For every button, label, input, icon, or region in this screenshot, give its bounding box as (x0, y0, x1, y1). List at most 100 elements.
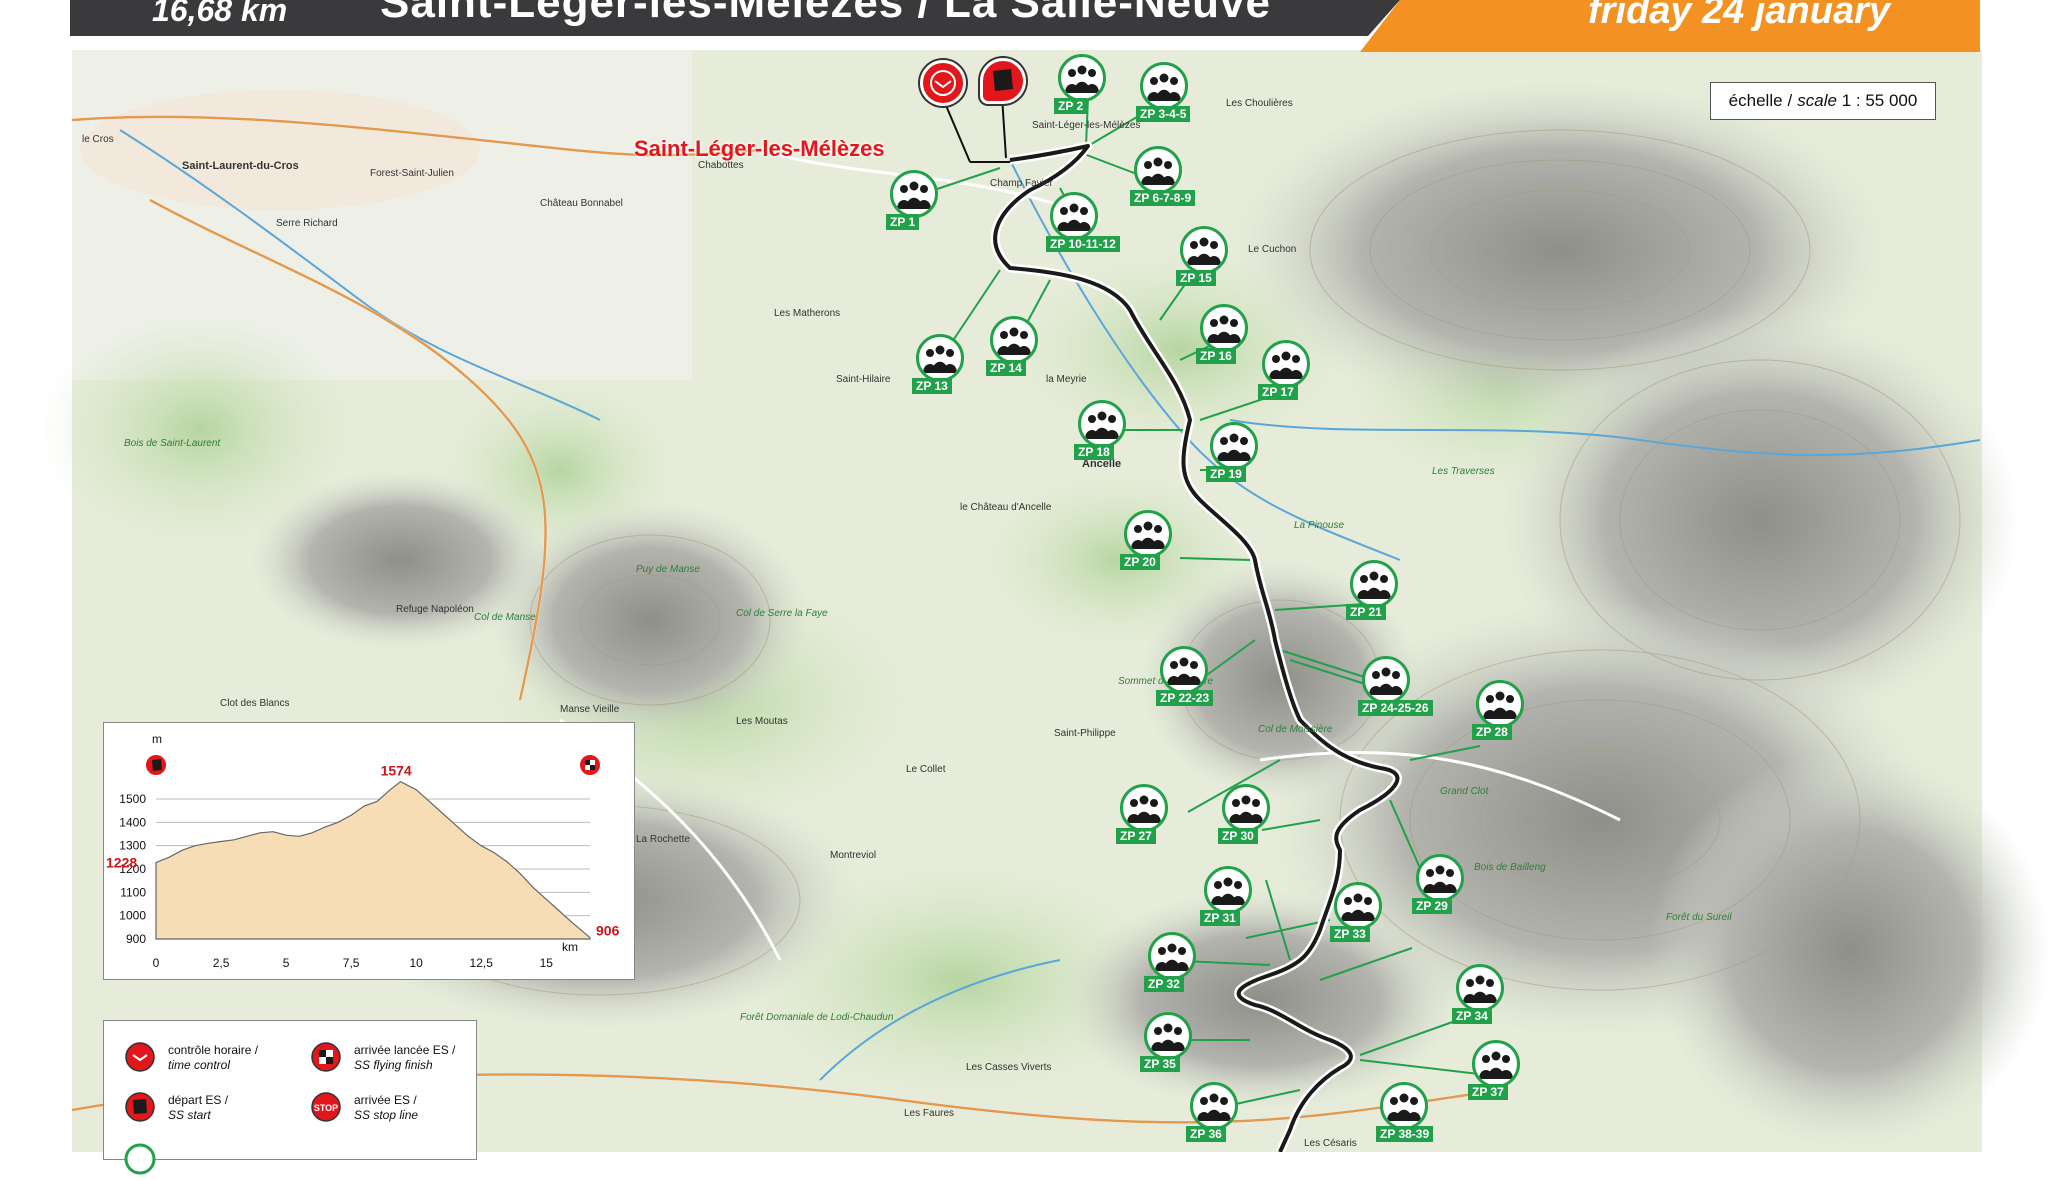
spectators-icon (1334, 882, 1382, 930)
profile-unit-y: m (152, 732, 162, 746)
spectator-zone[interactable]: ZP 17 (1258, 340, 1318, 404)
zone-label: ZP 24-25-26 (1358, 700, 1433, 716)
scale-indicator: échelle / scale 1 : 55 000 (1710, 82, 1936, 120)
map-label: Grand Clot (1440, 786, 1489, 797)
spectator-zone[interactable]: ZP 37 (1468, 1040, 1528, 1104)
map-label: Forêt Domaniale de Lodi-Chaudun (740, 1012, 894, 1023)
spectator-zone[interactable]: ZP 34 (1452, 964, 1512, 1028)
map-label: Château Bonnabel (540, 198, 623, 209)
spectators-icon (1078, 400, 1126, 448)
spectator-zone[interactable]: ZP 6-7-8-9 (1130, 146, 1196, 210)
spectator-zone[interactable]: ZP 1 (886, 170, 946, 234)
zone-label: ZP 18 (1074, 444, 1114, 460)
spectator-zone[interactable]: ZP 10-11-12 (1046, 192, 1120, 256)
spectator-zone[interactable]: ZP 20 (1120, 510, 1180, 574)
spectators-icon (1134, 146, 1182, 194)
map-label: Forêt du Sureil (1666, 912, 1732, 923)
spectator-zone[interactable]: ZP 21 (1346, 560, 1406, 624)
spectators-icon (916, 334, 964, 382)
map-label: La Rochette (636, 834, 690, 845)
map-label: Le Collet (906, 764, 946, 775)
spectator-zone[interactable]: ZP 27 (1116, 784, 1176, 848)
spectator-zone[interactable]: ZP 22-23 (1156, 646, 1216, 710)
legend: contrôle horaire / time control arrivée l… (103, 1020, 477, 1175)
spectators-icon (1204, 866, 1252, 914)
zone-label: ZP 6-7-8-9 (1130, 190, 1196, 206)
map-label: Clot des Blancs (220, 698, 290, 709)
spectator-zone[interactable]: ZP 31 (1200, 866, 1260, 930)
start-altitude-label: 1228 (106, 854, 137, 870)
zone-label: ZP 32 (1144, 976, 1184, 992)
spectator-zone[interactable]: ZP 28 (1472, 680, 1532, 744)
zone-label: ZP 31 (1200, 910, 1240, 926)
profile-y-tick: 1500 (119, 792, 146, 806)
spectator-zone[interactable]: ZP 24-25-26 (1358, 656, 1433, 720)
map-label: Les Faures (904, 1108, 955, 1119)
spectator-zone[interactable]: ZP 13 (912, 334, 972, 398)
spectator-zone[interactable]: ZP 33 (1330, 882, 1390, 946)
ss-start-marker[interactable] (980, 58, 1026, 104)
legend-ss-start-fr: départ ES / (168, 1093, 229, 1107)
profile-x-tick: 7,5 (343, 956, 360, 970)
zone-label: ZP 35 (1140, 1056, 1180, 1072)
spectator-zone[interactable]: ZP 35 (1140, 1012, 1200, 1076)
spectator-zone[interactable]: ZP 18 (1074, 400, 1134, 464)
spectators-icon (1210, 422, 1258, 470)
profile-x-tick: 15 (540, 956, 554, 970)
spectator-zone[interactable]: ZP 38-39 (1376, 1082, 1436, 1146)
spectators-icon (1140, 62, 1188, 110)
profile-y-tick: 1400 (119, 815, 146, 829)
peak-altitude-label: 1574 (381, 763, 412, 779)
spectators-icon (1058, 54, 1106, 102)
spectators-icon (1124, 510, 1172, 558)
spectators-icon (1144, 1012, 1192, 1060)
spectators-icon (1190, 1082, 1238, 1130)
zone-label: ZP 29 (1412, 898, 1452, 914)
spectator-zone[interactable]: ZP 2 (1054, 54, 1114, 118)
zone-label: ZP 21 (1346, 604, 1386, 620)
zone-label: ZP 38-39 (1376, 1126, 1434, 1142)
profile-start-marker (144, 753, 168, 777)
map-label: la Meyrie (1046, 374, 1087, 385)
spectators-icon (890, 170, 938, 218)
spectator-zone[interactable]: ZP 30 (1218, 784, 1278, 848)
start-town-label: Saint-Léger-les-Mélèzes (634, 136, 885, 161)
stage-distance: 16,68 km (152, 0, 288, 28)
map-label: Forest-Saint-Julien (370, 168, 454, 179)
spectator-zone[interactable]: ZP 19 (1206, 422, 1266, 486)
map-label: Saint-Laurent-du-Cros (182, 160, 299, 172)
spectator-zone[interactable]: ZP 36 (1186, 1082, 1246, 1146)
stop-icon-text: STOP (314, 1103, 338, 1113)
profile-x-tick: 10 (410, 956, 424, 970)
profile-y-tick: 1100 (120, 885, 146, 899)
spectator-zone[interactable]: ZP 14 (986, 316, 1046, 380)
spectators-icon (1222, 784, 1270, 832)
spectators-icon (1472, 1040, 1520, 1088)
legend-time-control-fr: contrôle horaire / (168, 1043, 259, 1057)
map-label: Champ Favier (990, 178, 1053, 189)
spectators-icon (1262, 340, 1310, 388)
zone-label: ZP 14 (986, 360, 1026, 376)
spectator-zone[interactable]: ZP 15 (1176, 226, 1236, 290)
spectator-zone[interactable]: ZP 29 (1412, 854, 1472, 918)
time-control-marker[interactable] (920, 60, 966, 106)
map-label: Les Césaris (1304, 1138, 1357, 1149)
spectators-icon (1120, 784, 1168, 832)
profile-y-tick: 1300 (119, 839, 146, 853)
zone-label: ZP 2 (1054, 98, 1088, 114)
elevation-profile-chart: 150014001300120011001000900 0 2,5 5 7,5 10 12… (106, 732, 620, 970)
zone-label: ZP 22-23 (1156, 690, 1214, 706)
spectator-zone[interactable]: ZP 16 (1196, 304, 1256, 368)
map-label: Col de Moissière (1258, 724, 1333, 735)
spectators-icon (1350, 560, 1398, 608)
profile-y-tick: 900 (126, 932, 146, 946)
map-label: Montreviol (830, 850, 877, 861)
profile-y-tick: 1000 (119, 909, 146, 923)
stop-icon: STOP (310, 1091, 342, 1123)
spectator-zone[interactable]: ZP 32 (1144, 932, 1204, 996)
spectator-zone[interactable]: ZP 3-4-5 (1136, 62, 1196, 126)
map-label: Saint-Léger-les-Mélèzes (1032, 120, 1141, 131)
zone-label: ZP 16 (1196, 348, 1236, 364)
legend-flying-finish-en: SS flying finish (354, 1058, 433, 1072)
spectators-icon (1180, 226, 1228, 274)
